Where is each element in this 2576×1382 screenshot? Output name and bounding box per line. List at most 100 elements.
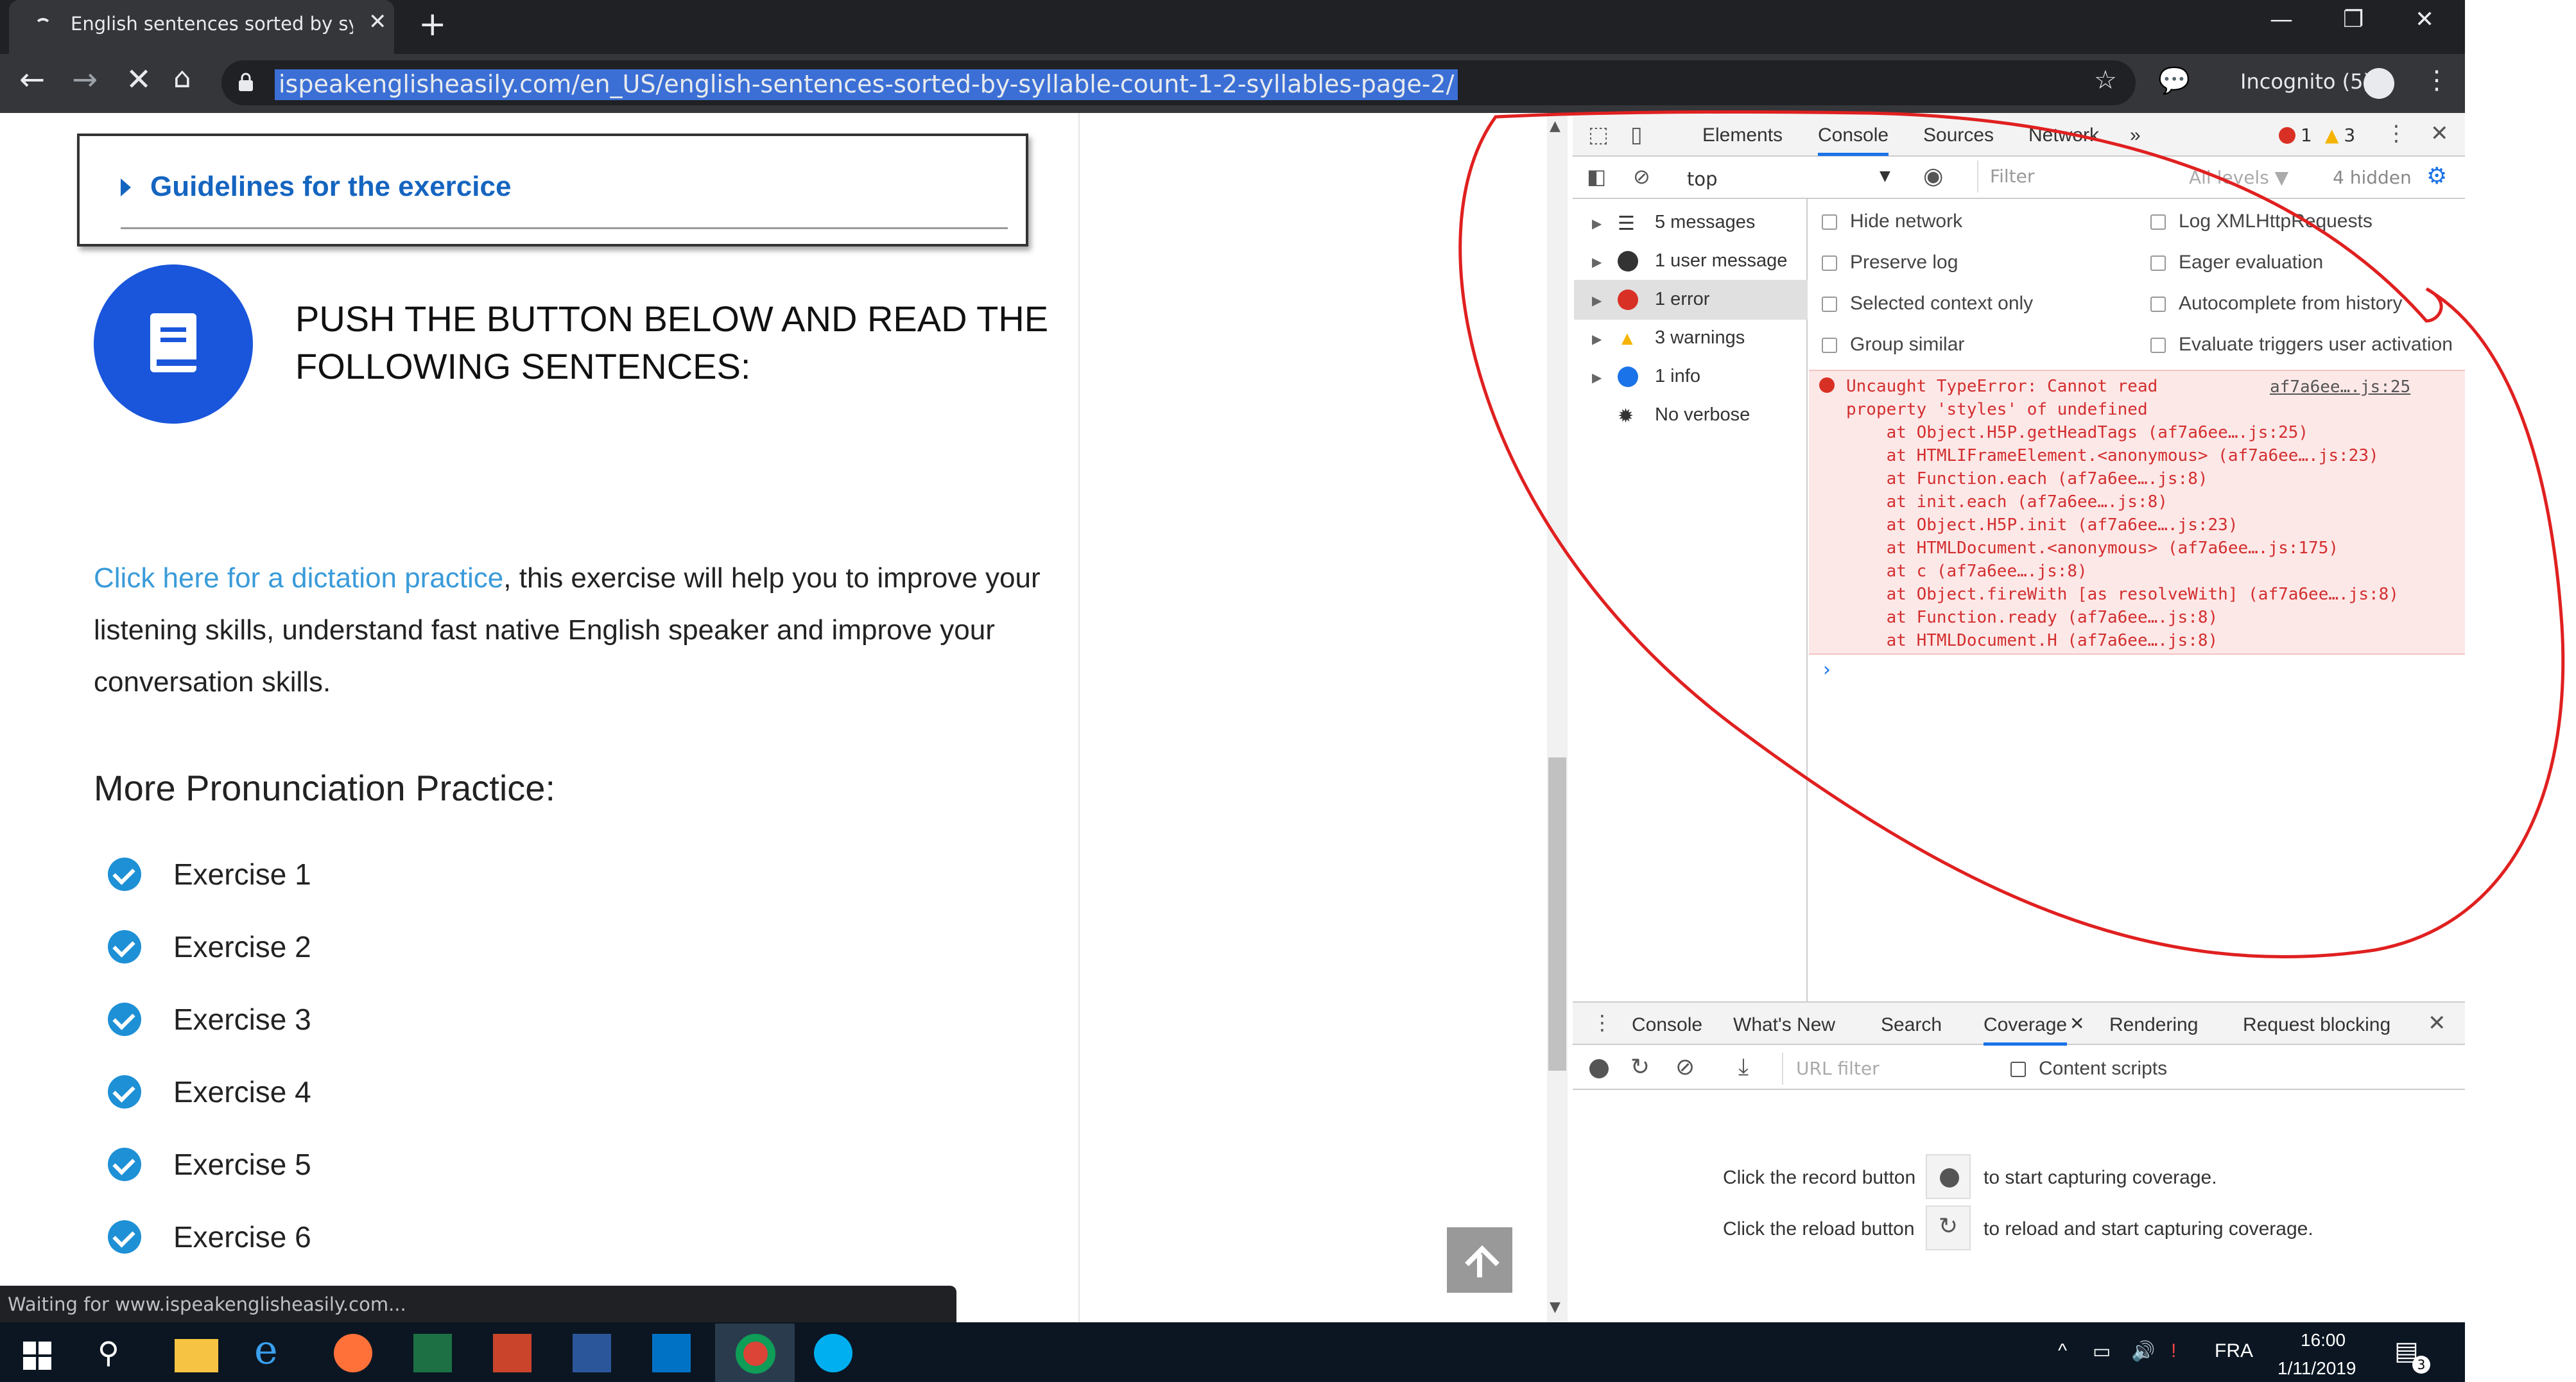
home-icon[interactable]: ⌂: [173, 62, 191, 94]
sidebar-item-user-messages[interactable]: ▶ 1 user message: [1592, 250, 1787, 272]
stack-frame[interactable]: at Function.ready (af7a6ee….js:8): [1846, 606, 2218, 629]
tab-elements[interactable]: Elements: [1702, 125, 1783, 146]
excel-icon[interactable]: [413, 1334, 452, 1372]
search-icon[interactable]: ⚲: [98, 1335, 119, 1370]
exercise-link-1[interactable]: Exercise 1: [108, 856, 311, 892]
scroll-up-arrow-icon[interactable]: ▲: [1550, 118, 1560, 134]
devtools-close-icon[interactable]: ✕: [2430, 121, 2449, 146]
selected-context-checkbox[interactable]: Selected context only: [1822, 293, 2033, 315]
live-expression-eye-icon[interactable]: ◉: [1923, 163, 1943, 189]
exercise-label[interactable]: Exercise 4: [173, 1075, 311, 1109]
forward-icon[interactable]: →: [72, 62, 98, 98]
log-xhr-checkbox[interactable]: Log XMLHttpRequests: [2150, 211, 2373, 232]
record-icon[interactable]: [1589, 1059, 1609, 1078]
stack-frame[interactable]: at c (af7a6ee….js:8): [1846, 560, 2088, 583]
close-coverage-tab-icon[interactable]: ✕: [2070, 1013, 2084, 1034]
group-similar-checkbox[interactable]: Group similar: [1822, 334, 1964, 356]
context-dropdown-icon[interactable]: ▼: [1880, 168, 1890, 184]
chrome-icon[interactable]: [736, 1334, 775, 1374]
clock-time[interactable]: 16:00: [2301, 1330, 2346, 1351]
clear-icon[interactable]: ⊘: [1675, 1054, 1695, 1080]
drawer-tab-rendering[interactable]: Rendering: [2109, 1014, 2198, 1036]
network-icon[interactable]: ▭: [2093, 1340, 2111, 1363]
device-toolbar-icon[interactable]: ▯: [1630, 122, 1643, 148]
exercise-label[interactable]: Exercise 2: [173, 929, 311, 964]
reload-icon[interactable]: ↻: [1630, 1054, 1650, 1080]
book-icon[interactable]: [94, 264, 253, 424]
sidebar-item-errors[interactable]: ▶ 1 error: [1592, 289, 1709, 311]
tray-expand-icon[interactable]: ^: [2058, 1340, 2067, 1362]
powerpoint-icon[interactable]: [493, 1334, 532, 1372]
evaluate-triggers-checkbox[interactable]: Evaluate triggers user activation: [2150, 334, 2453, 356]
filter-input[interactable]: Filter: [1977, 160, 2183, 193]
exercise-label[interactable]: Exercise 3: [173, 1002, 311, 1037]
restore-button[interactable]: ❐: [2343, 6, 2364, 33]
menu-dots-icon[interactable]: ⋮: [2424, 65, 2450, 95]
exercise-label[interactable]: Exercise 5: [173, 1147, 311, 1182]
exercise-link-4[interactable]: Exercise 4: [108, 1074, 311, 1110]
devtools-menu-icon[interactable]: ⋮: [2385, 121, 2407, 146]
url-text[interactable]: ispeakenglisheasily.com/en_US/english-se…: [275, 69, 1458, 100]
content-scripts-checkbox[interactable]: Content scripts: [2010, 1058, 2167, 1080]
file-explorer-icon[interactable]: [175, 1339, 218, 1372]
more-tabs-button[interactable]: »: [2130, 125, 2141, 146]
close-tab-icon[interactable]: ✕: [368, 9, 387, 35]
sidebar-item-warnings[interactable]: ▶ ▲ 3 warnings: [1592, 327, 1745, 349]
exercise-link-3[interactable]: Exercise 3: [108, 1001, 311, 1037]
error-source-link[interactable]: af7a6ee….js:25: [2270, 377, 2410, 397]
preserve-log-checkbox[interactable]: Preserve log: [1822, 252, 1958, 273]
new-tab-button[interactable]: +: [419, 5, 447, 44]
guidelines-label[interactable]: Guidelines for the exercice: [150, 171, 511, 203]
lock-icon[interactable]: [238, 72, 254, 92]
drawer-tab-request-blocking[interactable]: Request blocking: [2243, 1014, 2390, 1036]
drawer-tab-search[interactable]: Search: [1881, 1014, 1942, 1036]
tab-network[interactable]: Network: [2028, 125, 2099, 146]
language-indicator[interactable]: FRA: [2215, 1340, 2253, 1362]
autocomplete-checkbox[interactable]: Autocomplete from history: [2150, 293, 2402, 315]
exercise-link-5[interactable]: Exercise 5: [108, 1146, 311, 1182]
record-coverage-button[interactable]: [1926, 1154, 1971, 1199]
drawer-menu-icon[interactable]: ⋮: [1592, 1010, 1612, 1035]
hide-network-checkbox[interactable]: Hide network: [1822, 211, 1962, 232]
page-scrollbar[interactable]: [1547, 113, 1568, 1322]
stop-loading-icon[interactable]: ✕: [126, 62, 151, 98]
chat-icon[interactable]: 💬: [2158, 65, 2190, 96]
browser-tab[interactable]: English sentences sorted by syllal ✕: [9, 0, 394, 54]
sidebar-item-messages[interactable]: ▶ ☰ 5 messages: [1592, 212, 1755, 234]
stack-frame[interactable]: at init.each (af7a6ee….js:8): [1846, 490, 2168, 514]
firefox-icon[interactable]: [334, 1334, 372, 1372]
drawer-tab-coverage[interactable]: Coverage: [1984, 1014, 2068, 1046]
stack-frame[interactable]: at HTMLIFrameElement.<anonymous> (af7a6e…: [1846, 444, 2379, 467]
reload-coverage-button[interactable]: ↻: [1926, 1205, 1971, 1250]
sidebar-item-verbose[interactable]: ✹ No verbose: [1592, 404, 1750, 427]
drawer-tab-console[interactable]: Console: [1632, 1014, 1702, 1036]
incognito-icon[interactable]: [2364, 68, 2394, 99]
stack-frame[interactable]: at HTMLDocument.H (af7a6ee….js:8): [1846, 629, 2218, 652]
log-levels-dropdown[interactable]: All levels ▼: [2189, 167, 2288, 188]
stack-frame[interactable]: at Object.H5P.getHeadTags (af7a6ee….js:2…: [1846, 421, 2308, 444]
dictation-link[interactable]: Click here for a dictation practice: [94, 562, 503, 594]
guidelines-box[interactable]: Guidelines for the exercice: [77, 134, 1028, 246]
exercise-link-6[interactable]: Exercise 6: [108, 1219, 311, 1255]
tab-sources[interactable]: Sources: [1923, 125, 1994, 146]
url-filter-input[interactable]: URL filter: [1782, 1053, 1987, 1085]
back-icon[interactable]: ←: [19, 62, 45, 98]
context-selector[interactable]: top: [1687, 168, 1718, 190]
stack-frame[interactable]: at Function.each (af7a6ee….js:8): [1846, 467, 2208, 490]
issue-counts[interactable]: 1 ▲ 3: [2279, 125, 2355, 146]
exercise-label[interactable]: Exercise 1: [173, 857, 311, 892]
scroll-to-top-button[interactable]: [1447, 1227, 1512, 1293]
drawer-close-icon[interactable]: ✕: [2428, 1010, 2446, 1036]
drawer-tab-whats-new[interactable]: What's New: [1733, 1014, 1835, 1036]
exercise-link-2[interactable]: Exercise 2: [108, 929, 311, 965]
battery-alert-icon[interactable]: !: [2171, 1340, 2176, 1362]
incognito-label[interactable]: Incognito (5): [2240, 69, 2371, 94]
edge-icon[interactable]: e: [254, 1326, 298, 1373]
exercise-label[interactable]: Exercise 6: [173, 1220, 311, 1254]
clear-console-icon[interactable]: ⊘: [1633, 164, 1650, 189]
console-settings-gear-icon[interactable]: ⚙: [2426, 163, 2447, 189]
eager-evaluation-checkbox[interactable]: Eager evaluation: [2150, 252, 2323, 273]
scroll-down-arrow-icon[interactable]: ▼: [1550, 1299, 1560, 1315]
inspect-element-icon[interactable]: ⬚: [1588, 122, 1609, 148]
sidebar-toggle-icon[interactable]: ◧: [1587, 164, 1606, 189]
